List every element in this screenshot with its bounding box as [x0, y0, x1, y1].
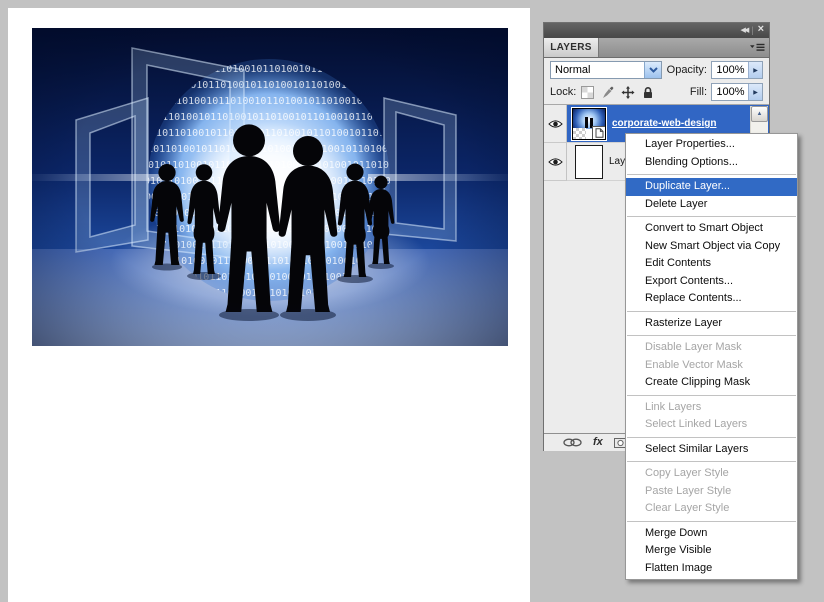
menu-item-export-contents[interactable]: Export Contents...: [626, 273, 797, 291]
lock-paint-brush-icon[interactable]: [601, 86, 614, 99]
menu-separator: [627, 335, 796, 336]
opacity-input[interactable]: 100% ▶: [711, 61, 763, 79]
fill-slider-arrow-icon[interactable]: ▶: [748, 84, 762, 100]
lock-position-move-icon[interactable]: [621, 86, 635, 99]
menu-item-delete-layer[interactable]: Delete Layer: [626, 196, 797, 214]
menu-item-select-linked-layers: Select Linked Layers: [626, 416, 797, 434]
titlebar-divider: |: [751, 26, 753, 35]
smart-object-badge-icon: [592, 126, 605, 139]
lock-label: Lock:: [550, 86, 576, 98]
corporate-web-design-artwork: 1001011010010110100101101001011010010110…: [32, 28, 508, 346]
lock-all-padlock-icon[interactable]: [642, 86, 654, 99]
menu-item-convert-to-smart-object[interactable]: Convert to Smart Object: [626, 220, 797, 238]
transparency-checker: [573, 128, 586, 139]
layer-context-menu: Layer Properties... Blending Options... …: [625, 133, 798, 580]
layer-name[interactable]: corporate-web-design: [612, 118, 716, 129]
blend-mode-select[interactable]: Normal: [550, 61, 662, 79]
opacity-value: 100%: [716, 64, 744, 76]
layer-controls: Normal Opacity: 100% ▶ Lock:: [544, 58, 769, 105]
menu-item-duplicate-layer[interactable]: Duplicate Layer...: [626, 178, 797, 196]
menu-item-disable-layer-mask: Disable Layer Mask: [626, 339, 797, 357]
menu-separator: [627, 521, 796, 522]
menu-item-flatten-image[interactable]: Flatten Image: [626, 560, 797, 578]
scroll-up-icon[interactable]: ▲: [751, 106, 768, 122]
menu-separator: [627, 395, 796, 396]
flyout-menu-glyph: [750, 43, 765, 52]
lock-transparency-icon[interactable]: [581, 86, 594, 99]
menu-separator: [627, 174, 796, 175]
add-layer-style-icon[interactable]: fx: [593, 437, 603, 448]
menu-item-layer-properties[interactable]: Layer Properties...: [626, 136, 797, 154]
menu-item-replace-contents[interactable]: Replace Contents...: [626, 290, 797, 308]
menu-item-merge-visible[interactable]: Merge Visible: [626, 542, 797, 560]
panel-titlebar: ◀◀ | ×: [544, 23, 769, 38]
menu-item-create-clipping-mask[interactable]: Create Clipping Mask: [626, 374, 797, 392]
panel-tab-bar: LAYERS: [544, 38, 769, 58]
menu-item-rasterize-layer[interactable]: Rasterize Layer: [626, 315, 797, 333]
panel-flyout-menu-icon[interactable]: [745, 38, 769, 57]
menu-item-copy-layer-style: Copy Layer Style: [626, 465, 797, 483]
document-area: 1001011010010110100101101001011010010110…: [8, 8, 530, 602]
visibility-toggle[interactable]: [544, 143, 567, 181]
chevron-down-icon[interactable]: [644, 62, 661, 78]
menu-item-select-similar-layers[interactable]: Select Similar Layers: [626, 441, 797, 459]
layer-thumbnail[interactable]: [575, 145, 603, 179]
link-layers-icon[interactable]: [563, 438, 582, 447]
smart-object-thumbnail[interactable]: [572, 108, 606, 140]
visibility-toggle[interactable]: [544, 105, 567, 143]
close-panel-icon[interactable]: ×: [758, 24, 764, 35]
menu-item-enable-vector-mask: Enable Vector Mask: [626, 357, 797, 375]
tab-layers[interactable]: LAYERS: [544, 38, 599, 57]
canvas-image[interactable]: 1001011010010110100101101001011010010110…: [32, 28, 508, 346]
menu-item-merge-down[interactable]: Merge Down: [626, 525, 797, 543]
menu-item-paste-layer-style: Paste Layer Style: [626, 483, 797, 501]
menu-item-link-layers: Link Layers: [626, 399, 797, 417]
fill-value: 100%: [716, 86, 744, 98]
collapse-to-icons-icon[interactable]: ◀◀: [740, 27, 747, 34]
eye-icon: [548, 119, 563, 129]
menu-separator: [627, 216, 796, 217]
eye-icon: [548, 157, 563, 167]
menu-separator: [627, 311, 796, 312]
fill-label: Fill:: [690, 86, 707, 98]
fill-input[interactable]: 100% ▶: [711, 83, 763, 101]
menu-item-blending-options[interactable]: Blending Options...: [626, 154, 797, 172]
menu-separator: [627, 437, 796, 438]
menu-item-new-smart-object-via-copy[interactable]: New Smart Object via Copy: [626, 238, 797, 256]
opacity-label: Opacity:: [667, 64, 707, 76]
menu-item-clear-layer-style: Clear Layer Style: [626, 500, 797, 518]
menu-item-edit-contents[interactable]: Edit Contents: [626, 255, 797, 273]
menu-separator: [627, 461, 796, 462]
blend-mode-value: Normal: [555, 64, 590, 76]
opacity-slider-arrow-icon[interactable]: ▶: [748, 62, 762, 78]
